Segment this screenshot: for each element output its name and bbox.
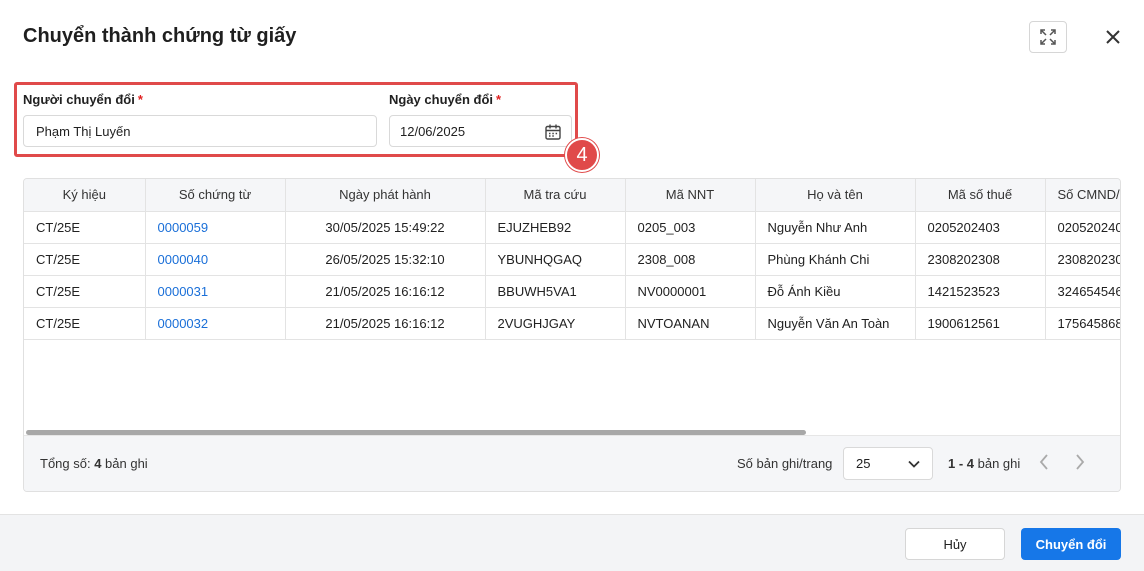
person-label-text: Người chuyển đổi (23, 92, 135, 107)
cell-tax-id: 2308202308 (915, 243, 1046, 276)
cell-full-name: Phùng Khánh Chi (755, 243, 916, 276)
cell-symbol: CT/25E (24, 211, 146, 244)
cell-id-number: 175645868 (1045, 307, 1120, 340)
cell-lookup-code: EJUZHEB92 (485, 211, 626, 244)
person-input-value: Phạm Thị Luyến (36, 123, 131, 139)
cell-taxpayer-code: NV0000001 (625, 275, 756, 308)
chevron-down-icon (908, 460, 920, 468)
column-header[interactable]: Mã NNT (625, 179, 756, 212)
close-button[interactable] (1100, 24, 1126, 50)
chevron-left-icon[interactable] (1036, 452, 1052, 472)
date-label-text: Ngày chuyển đổi (389, 92, 494, 107)
calendar-icon[interactable] (544, 123, 562, 141)
convert-button[interactable]: Chuyển đổi (1021, 528, 1121, 560)
cell-full-name: Nguyễn Văn An Toàn (755, 307, 916, 340)
per-page-label: Số bản ghi/trang (737, 456, 833, 471)
close-icon (1106, 30, 1120, 44)
person-input[interactable]: Phạm Thị Luyến (23, 115, 377, 147)
total-records: Tổng số: 4 bản ghi (40, 456, 148, 471)
column-header[interactable]: Mã tra cứu (485, 179, 626, 212)
cell-id-number: 324654546 (1045, 275, 1120, 308)
cell-taxpayer-code: NVTOANAN (625, 307, 756, 340)
dialog-actions: Hủy Chuyển đổi (0, 514, 1144, 571)
cell-lookup-code: BBUWH5VA1 (485, 275, 626, 308)
cell-full-name: Nguyễn Như Anh (755, 211, 916, 244)
cancel-button[interactable]: Hủy (905, 528, 1005, 560)
step-badge: 4 (565, 138, 599, 172)
cell-issue-date: 26/05/2025 15:32:10 (285, 243, 486, 276)
table-row[interactable]: CT/25E 0000032 21/05/2025 16:16:12 2VUGH… (24, 307, 1120, 340)
chevron-right-icon[interactable] (1072, 452, 1088, 472)
date-label: Ngày chuyển đổi * (389, 92, 501, 107)
column-header[interactable]: Số chứng từ (145, 179, 286, 212)
cell-doc-number-link[interactable]: 0000059 (145, 211, 286, 244)
cell-taxpayer-code: 2308_008 (625, 243, 756, 276)
required-mark: * (137, 92, 143, 107)
cell-doc-number-link[interactable]: 0000032 (145, 307, 286, 340)
cell-doc-number-link[interactable]: 0000040 (145, 243, 286, 276)
convert-to-paper-dialog: Chuyển thành chứng từ giấy Người chuyển … (0, 0, 1144, 571)
table-header-row: Ký hiệu Số chứng từ Ngày phát hành Mã tr… (24, 179, 1120, 212)
column-header[interactable]: Họ và tên (755, 179, 916, 212)
cell-id-number: 230820230 (1045, 243, 1120, 276)
cell-issue-date: 21/05/2025 16:16:12 (285, 307, 486, 340)
cell-lookup-code: 2VUGHJGAY (485, 307, 626, 340)
table-row[interactable]: CT/25E 0000031 21/05/2025 16:16:12 BBUWH… (24, 275, 1120, 308)
cell-tax-id: 1900612561 (915, 307, 1046, 340)
column-header[interactable]: Ký hiệu (24, 179, 146, 212)
cell-symbol: CT/25E (24, 307, 146, 340)
cell-symbol: CT/25E (24, 275, 146, 308)
range-bold: 1 - 4 (948, 456, 975, 471)
cell-full-name: Đỗ Ánh Kiều (755, 275, 916, 308)
cell-taxpayer-code: 0205_003 (625, 211, 756, 244)
dialog-title: Chuyển thành chứng từ giấy (23, 25, 297, 47)
cell-id-number: 020520240 (1045, 211, 1120, 244)
per-page-select[interactable]: 25 (843, 447, 933, 480)
expand-icon (1040, 29, 1056, 45)
documents-grid: Ký hiệu Số chứng từ Ngày phát hành Mã tr… (23, 178, 1121, 492)
table-row[interactable]: CT/25E 0000040 26/05/2025 15:32:10 YBUNH… (24, 243, 1120, 276)
grid-footer: Tổng số: 4 bản ghi Số bản ghi/trang 25 1… (24, 435, 1120, 491)
cell-tax-id: 0205202403 (915, 211, 1046, 244)
cell-lookup-code: YBUNHQGAQ (485, 243, 626, 276)
total-suffix: bản ghi (101, 456, 148, 471)
cell-issue-date: 21/05/2025 16:16:12 (285, 275, 486, 308)
per-page-value: 25 (856, 456, 871, 471)
table-row[interactable]: CT/25E 0000059 30/05/2025 15:49:22 EJUZH… (24, 211, 1120, 244)
total-prefix: Tổng số: (40, 456, 95, 471)
range-suffix: bản ghi (974, 456, 1021, 471)
column-header[interactable]: Số CMND/C (1045, 179, 1120, 212)
cell-tax-id: 1421523523 (915, 275, 1046, 308)
expand-button[interactable] (1029, 21, 1067, 53)
person-label: Người chuyển đổi * (23, 92, 143, 107)
date-input-value: 12/06/2025 (400, 123, 466, 139)
documents-table: Ký hiệu Số chứng từ Ngày phát hành Mã tr… (24, 179, 1120, 340)
column-header[interactable]: Mã số thuế (915, 179, 1046, 212)
date-input[interactable]: 12/06/2025 (389, 115, 572, 147)
page-range: 1 - 4 bản ghi (948, 456, 1020, 471)
cell-doc-number-link[interactable]: 0000031 (145, 275, 286, 308)
cell-issue-date: 30/05/2025 15:49:22 (285, 211, 486, 244)
column-header[interactable]: Ngày phát hành (285, 179, 486, 212)
cell-symbol: CT/25E (24, 243, 146, 276)
required-mark: * (496, 92, 502, 107)
